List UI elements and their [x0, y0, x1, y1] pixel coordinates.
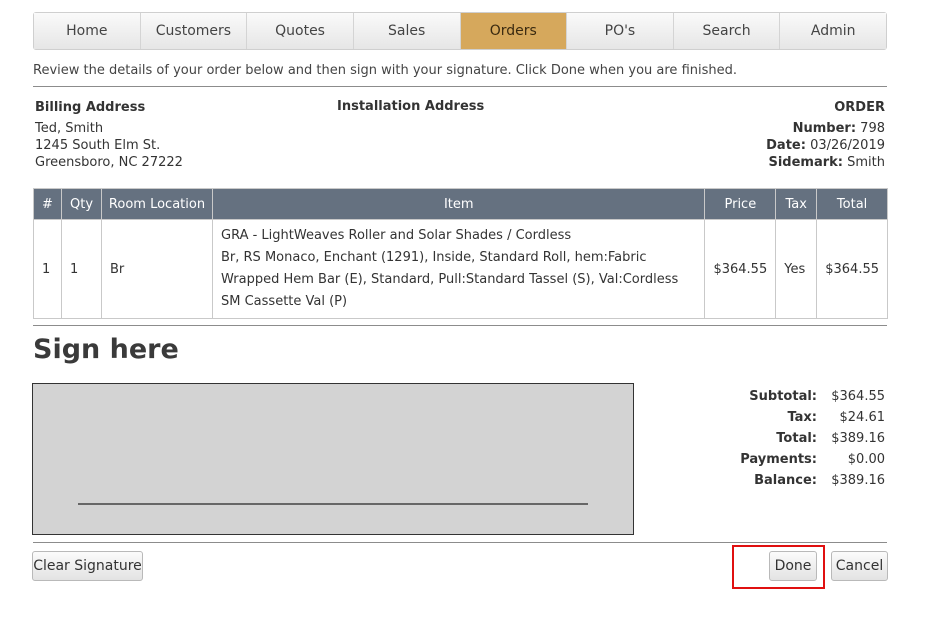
- nav-admin[interactable]: Admin: [780, 13, 886, 49]
- order-items-table: # Qty Room Location Item Price Tax Total…: [33, 188, 888, 319]
- payments-label: Payments:: [740, 452, 817, 467]
- nav-pos[interactable]: PO's: [567, 13, 674, 49]
- installation-label: Installation Address: [337, 99, 485, 114]
- signature-line: [78, 503, 588, 505]
- totals: Subtotal: $364.55 Tax: $24.61 Total: $389.1…: [740, 386, 885, 491]
- total-label: Total:: [776, 431, 817, 446]
- total-value: $389.16: [831, 431, 885, 446]
- col-price: Price: [704, 188, 777, 220]
- row-item: GRA - LightWeaves Roller and Solar Shade…: [211, 219, 706, 319]
- cancel-button[interactable]: Cancel: [831, 551, 888, 581]
- balance-value: $389.16: [831, 473, 885, 488]
- col-total: Total: [816, 188, 888, 220]
- intro-text: Review the details of your order below a…: [33, 63, 737, 78]
- row-price: $364.55: [704, 219, 777, 319]
- billing-city: Greensboro, NC 27222: [35, 155, 183, 170]
- billing-address: Billing Address Ted, Smith 1245 South El…: [35, 99, 183, 171]
- table-row: 1 1 Br GRA - LightWeaves Roller and Sola…: [33, 219, 888, 319]
- order-number: 798: [860, 121, 885, 136]
- row-number: 1: [33, 219, 62, 319]
- col-number: #: [33, 188, 62, 220]
- nav-customers[interactable]: Customers: [140, 13, 248, 49]
- tax-label: Tax:: [787, 410, 817, 425]
- item-details: Br, RS Monaco, Enchant (1291), Inside, S…: [221, 250, 679, 309]
- billing-label: Billing Address: [35, 100, 146, 115]
- order-info: ORDER Number: 798 Date: 03/26/2019 Sidem…: [766, 99, 885, 171]
- signature-pad[interactable]: [32, 383, 634, 535]
- clear-signature-button[interactable]: Clear Signature: [32, 551, 143, 581]
- nav-quotes[interactable]: Quotes: [247, 13, 354, 49]
- col-item: Item: [211, 188, 706, 220]
- tax-value: $24.61: [839, 410, 886, 425]
- nav-sales[interactable]: Sales: [353, 13, 461, 49]
- row-tax: Yes: [775, 219, 818, 319]
- billing-name: Ted, Smith: [35, 121, 104, 136]
- divider: [33, 86, 887, 87]
- order-date: 03/26/2019: [810, 138, 885, 153]
- order-date-label: Date:: [766, 138, 806, 153]
- subtotal-label: Subtotal:: [749, 389, 817, 404]
- order-sidemark: Smith: [847, 155, 885, 170]
- order-label: ORDER: [834, 100, 885, 115]
- row-qty: 1: [61, 219, 102, 319]
- nav-orders[interactable]: Orders: [460, 13, 568, 49]
- sign-title: Sign here: [33, 334, 179, 365]
- nav-search[interactable]: Search: [673, 13, 781, 49]
- divider: [33, 542, 887, 543]
- balance-label: Balance:: [754, 473, 817, 488]
- row-total: $364.55: [816, 219, 888, 319]
- row-room: Br: [101, 219, 213, 319]
- subtotal-value: $364.55: [831, 389, 885, 404]
- col-room: Room Location: [101, 188, 213, 220]
- item-title: GRA - LightWeaves Roller and Solar Shade…: [221, 228, 572, 243]
- order-sidemark-label: Sidemark:: [768, 155, 843, 170]
- col-qty: Qty: [61, 188, 102, 220]
- divider: [33, 325, 887, 326]
- nav-home[interactable]: Home: [34, 13, 141, 49]
- col-tax: Tax: [775, 188, 818, 220]
- installation-address: Installation Address: [337, 99, 484, 118]
- done-highlight-box: [732, 545, 825, 589]
- billing-street: 1245 South Elm St.: [35, 138, 161, 153]
- order-number-label: Number:: [792, 121, 857, 136]
- payments-value: $0.00: [847, 452, 885, 467]
- main-nav: Home Customers Quotes Sales Orders PO's …: [33, 12, 887, 50]
